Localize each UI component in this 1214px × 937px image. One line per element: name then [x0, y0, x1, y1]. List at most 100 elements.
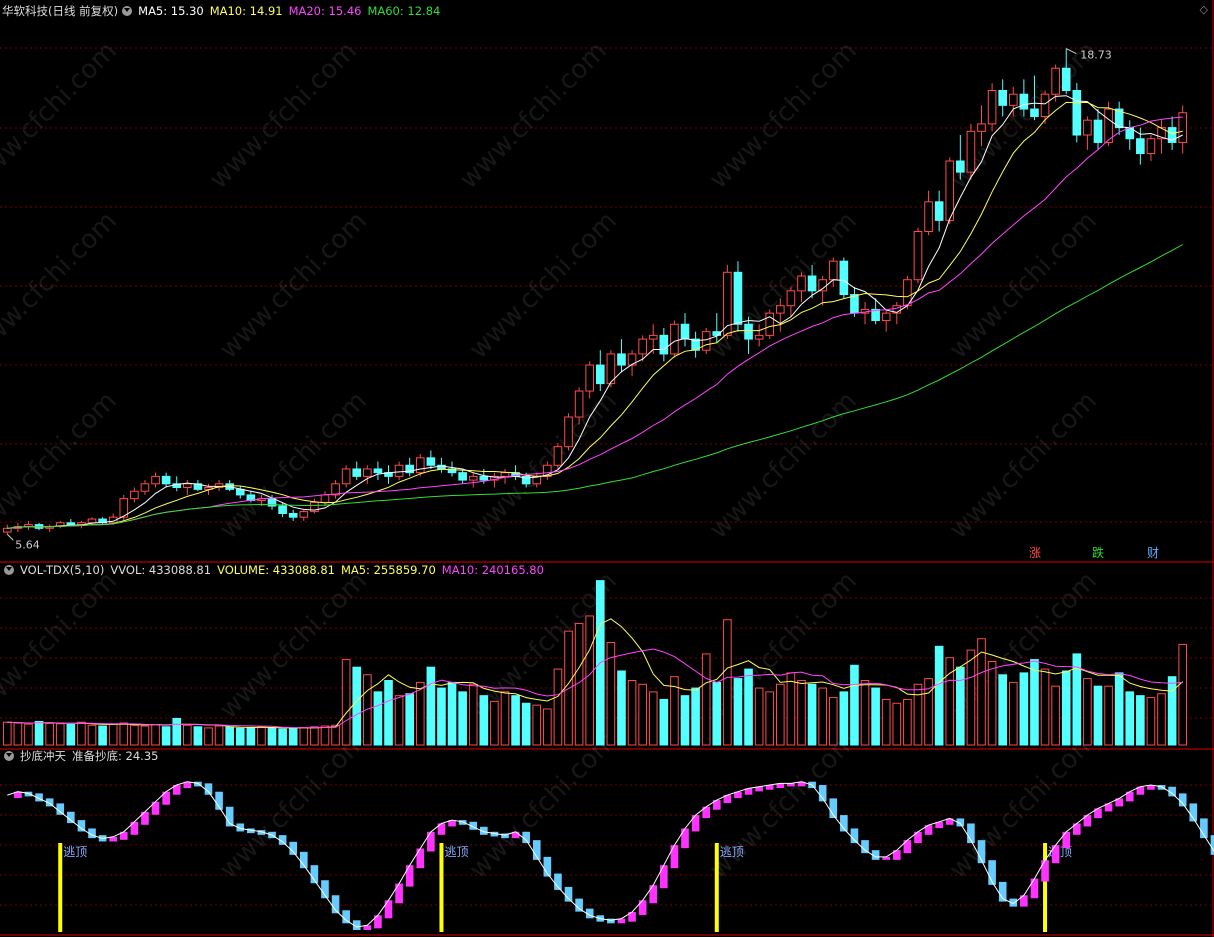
volume-bar: [966, 649, 976, 746]
volume-bar: [55, 723, 65, 746]
ma60-value: MA60: 12.84: [367, 4, 441, 18]
volume-bar: [881, 698, 891, 746]
volume-bar: [511, 695, 520, 746]
watermark-text: www.cfchi.com: [704, 726, 863, 885]
volume-bar: [458, 691, 467, 746]
dropdown-icon[interactable]: [4, 565, 14, 575]
watermark-text: www.cfchi.com: [944, 386, 1103, 545]
candle-body: [1030, 108, 1039, 117]
indicator-bar: [1210, 835, 1214, 855]
volume-bar: [246, 727, 256, 746]
candle-body: [881, 312, 891, 322]
sell-signal-bar: [714, 843, 719, 932]
volume-bar: [45, 722, 54, 746]
candle-body: [977, 123, 986, 132]
candle-body: [278, 505, 287, 514]
tag-finance[interactable]: 财: [1147, 544, 1159, 561]
indicator-bar: [1157, 785, 1166, 790]
volume-bar: [786, 672, 796, 746]
indicator-name[interactable]: 抄底冲天: [20, 749, 66, 763]
volume-bar: [130, 724, 139, 746]
tag-down[interactable]: 跌: [1092, 544, 1104, 561]
volume-bar: [998, 674, 1007, 746]
sell-signal-bar: [58, 843, 63, 932]
candle-body: [670, 323, 679, 355]
sell-signal-bar: [439, 843, 444, 932]
volume-bar: [331, 724, 340, 746]
ma5-value: MA5: 15.30: [138, 4, 204, 18]
volume-bar: [66, 724, 76, 746]
volume-bar: [701, 653, 711, 746]
volume-bar: [850, 664, 859, 746]
indicator-bar: [660, 865, 668, 889]
stock-chart[interactable]: www.cfchi.com www.cfchi.com www.cfchi.com w…: [0, 0, 1214, 937]
vol-indicator-name[interactable]: VOL-TDX(5,10): [20, 563, 104, 577]
candle-body: [394, 464, 404, 477]
indicator-bar: [691, 815, 700, 832]
candle-body: [1093, 119, 1103, 143]
dropdown-icon[interactable]: [4, 751, 14, 761]
indicator-bar: [638, 900, 647, 915]
candle-body: [66, 522, 76, 526]
candle-body: [680, 323, 690, 340]
watermark-text: www.cfchi.com: [704, 36, 863, 195]
volume-bar: [352, 666, 362, 746]
volume-bar: [903, 698, 912, 746]
volume-header: VOL-TDX(5,10) VVOL: 433088.81 VOLUME: 4330…: [2, 561, 550, 579]
candle-body: [934, 201, 944, 221]
volume-bar: [278, 728, 287, 746]
candle-body: [913, 230, 923, 281]
indicator-bar: [458, 820, 467, 825]
candle-body: [426, 457, 436, 466]
candle-body: [352, 468, 362, 477]
volume-bar: [638, 683, 647, 746]
watermark-text: www.cfchi.com: [464, 206, 623, 365]
volume-bar: [839, 691, 849, 746]
volume-bar: [1136, 695, 1145, 746]
volume-bar: [712, 681, 722, 746]
candle-body: [235, 488, 245, 496]
volume-bar: [765, 691, 775, 746]
tag-up[interactable]: 涨: [1029, 544, 1041, 561]
low-label: 5.64: [15, 538, 40, 551]
volume-bar: [405, 693, 414, 746]
watermark-text: www.cfchi.com: [0, 566, 123, 725]
candle-body: [553, 446, 563, 466]
volume-bar: [384, 679, 393, 746]
price-header: 华软科技(日线 前复权) MA5: 15.30 MA10: 14.91 MA20: 1…: [2, 2, 446, 20]
watermark-text: www.cfchi.com: [214, 386, 373, 545]
candle-body: [458, 472, 467, 481]
volume-bar: [987, 661, 997, 746]
indicator-bar: [861, 840, 869, 854]
volume-bar: [151, 724, 160, 746]
diamond-icon[interactable]: ◇: [1200, 3, 1208, 16]
candle-body: [320, 494, 330, 503]
candle-body: [299, 511, 309, 518]
indicator-bar: [1051, 845, 1060, 864]
volume-bar: [1083, 678, 1092, 746]
candle-body: [1146, 138, 1156, 155]
vvol-value: VVOL: 433088.81: [110, 563, 212, 577]
stock-title[interactable]: 华软科技(日线 前复权): [2, 4, 118, 18]
indicator-bar: [416, 848, 425, 869]
candle-body: [797, 275, 806, 292]
volume-bar: [807, 683, 817, 746]
candle-body: [151, 475, 160, 485]
dropdown-icon[interactable]: [122, 6, 133, 16]
candle-body: [659, 334, 669, 355]
volume-bar: [733, 678, 743, 746]
candle-body: [776, 305, 785, 314]
volume-bar: [913, 683, 923, 746]
volume-bar: [140, 725, 150, 746]
candle-body: [733, 271, 743, 325]
candle-body: [987, 89, 997, 125]
sell-signal-label: 逃顶: [720, 845, 744, 859]
volume-value: VOLUME: 433088.81: [217, 563, 335, 577]
volume-bar: [1093, 685, 1103, 746]
volume-bar: [1019, 672, 1029, 746]
volume-bar: [490, 700, 499, 746]
volume-bar: [447, 681, 457, 746]
ma10-value: MA10: 14.91: [209, 4, 283, 18]
volume-bar: [648, 691, 658, 746]
volume-bar: [1008, 681, 1018, 746]
